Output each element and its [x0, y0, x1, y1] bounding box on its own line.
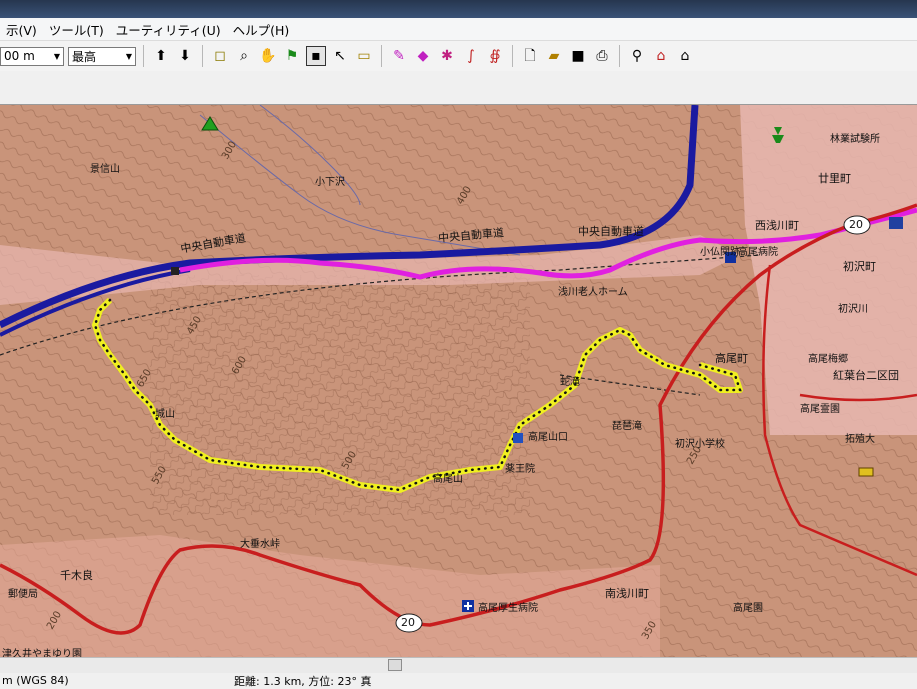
- waypoint-marker-icon[interactable]: ✎: [389, 46, 409, 66]
- place-label: 高尾山: [433, 474, 463, 485]
- measure-icon[interactable]: ▭: [354, 46, 374, 66]
- place-label: 琵琶滝: [612, 421, 642, 432]
- main-toolbar: 00 m ▼ 最高 ▼ ⬆ ⬇ ◻ ⌕ ✋ ⚑ ▪ ↖ ▭ ✎ ◆ ✱ ∫ ∯ …: [0, 41, 917, 71]
- horizontal-scrollbar[interactable]: [0, 657, 917, 673]
- find-nearby-icon[interactable]: ⌂: [651, 46, 671, 66]
- waypoint-square-icon: [171, 267, 179, 275]
- scale-dropdown[interactable]: 00 m ▼: [0, 46, 64, 66]
- map-add-icon[interactable]: ⬆: [151, 46, 171, 66]
- road-label: 中央自動車道: [578, 225, 644, 238]
- bus-icon: [889, 217, 903, 229]
- toolbar-separator: [512, 45, 513, 67]
- place-label: 高尾山口: [528, 432, 568, 443]
- pointer-icon[interactable]: ↖: [330, 46, 350, 66]
- toolbar-separator: [202, 45, 203, 67]
- menu-help[interactable]: ヘルプ(H): [227, 20, 296, 39]
- menu-tools[interactable]: ツール(T): [43, 20, 110, 39]
- place-label: 高尾町: [715, 352, 748, 365]
- place-label: 高尾霊園: [800, 404, 840, 415]
- place-label: 初沢町: [843, 260, 876, 273]
- menu-bar: 示(V) ツール(T) ユーティリティ(U) ヘルプ(H): [0, 18, 917, 41]
- bus-icon: [858, 467, 874, 477]
- place-label: 景信山: [90, 164, 120, 175]
- track-draw-icon[interactable]: ✱: [437, 46, 457, 66]
- find-address-icon[interactable]: ⌂: [675, 46, 695, 66]
- place-label: 南浅川町: [605, 587, 649, 600]
- menu-view[interactable]: 示(V): [0, 20, 43, 39]
- chevron-down-icon: ▼: [53, 51, 60, 61]
- route-shield-label: 20: [849, 218, 863, 231]
- flag-icon[interactable]: ⚑: [282, 46, 302, 66]
- place-label: 拓殖大: [845, 434, 875, 445]
- print-icon[interactable]: ⎙: [592, 46, 612, 66]
- temple-icon: [513, 433, 523, 443]
- scale-value: 00 m: [4, 49, 35, 63]
- place-label: 西浅川町: [755, 219, 799, 232]
- status-distance: 距離: 1.3 km, 方位: 23° 真: [234, 674, 372, 688]
- detail-value: 最高: [72, 49, 97, 64]
- place-label: 津久井やまゆり園: [2, 649, 82, 657]
- toolbar-separator: [381, 45, 382, 67]
- place-label: 城山: [155, 409, 175, 420]
- select-region-icon[interactable]: ◻: [210, 46, 230, 66]
- toolbar-spacer: [0, 71, 917, 105]
- window-title-strip: [0, 0, 917, 18]
- zoom-icon[interactable]: ⌕: [234, 46, 254, 66]
- chevron-down-icon: ▼: [125, 51, 132, 61]
- place-label: 高尾病院: [738, 247, 778, 258]
- route-icon[interactable]: ∫: [461, 46, 481, 66]
- place-label: 紅葉台二区団: [833, 369, 899, 382]
- place-label: 小下沢: [315, 177, 345, 188]
- status-bar: m (WGS 84) 距離: 1.3 km, 方位: 23° 真: [0, 673, 917, 688]
- place-label: 高尾園: [733, 603, 763, 614]
- status-coordinates: m (WGS 84): [2, 674, 69, 687]
- map-remove-icon[interactable]: ⬇: [175, 46, 195, 66]
- toolbar-separator: [619, 45, 620, 67]
- route-shield-label: 20: [401, 616, 415, 629]
- find-icon[interactable]: ⚲: [627, 46, 647, 66]
- place-label: 高尾厚生病院: [478, 603, 538, 614]
- toolbar-separator: [143, 45, 144, 67]
- place-label: 薬王院: [505, 464, 535, 475]
- place-label: 郵便局: [8, 589, 38, 600]
- place-label: 高尾梅郷: [808, 354, 848, 365]
- open-folder-icon[interactable]: ▰: [544, 46, 564, 66]
- eraser-icon[interactable]: ◆: [413, 46, 433, 66]
- save-icon[interactable]: ■: [568, 46, 588, 66]
- place-label: 大垂水峠: [240, 539, 280, 550]
- place-label: 小仏関跡: [700, 247, 740, 258]
- place-label: 初沢川: [838, 304, 868, 315]
- new-file-icon[interactable]: 🗋: [520, 46, 540, 66]
- menu-utility[interactable]: ユーティリティ(U): [110, 20, 227, 39]
- detail-dropdown[interactable]: 最高 ▼: [68, 46, 136, 66]
- selection-box-icon[interactable]: ▪: [306, 46, 326, 66]
- map-view[interactable]: 中央自動車道 中央自動車道 中央自動車道 西浅川町 高尾町 南浅川町 紅葉台二区…: [0, 105, 917, 657]
- place-label: 林業試験所: [830, 134, 880, 145]
- scrollbar-thumb[interactable]: [388, 659, 402, 671]
- place-label: 蛇滝: [560, 377, 580, 388]
- place-label: 千木良: [60, 569, 93, 582]
- place-label: 浅川老人ホーム: [558, 287, 628, 298]
- route-edit-icon[interactable]: ∯: [485, 46, 505, 66]
- place-label: 廿里町: [818, 172, 851, 185]
- pan-hand-icon[interactable]: ✋: [258, 46, 278, 66]
